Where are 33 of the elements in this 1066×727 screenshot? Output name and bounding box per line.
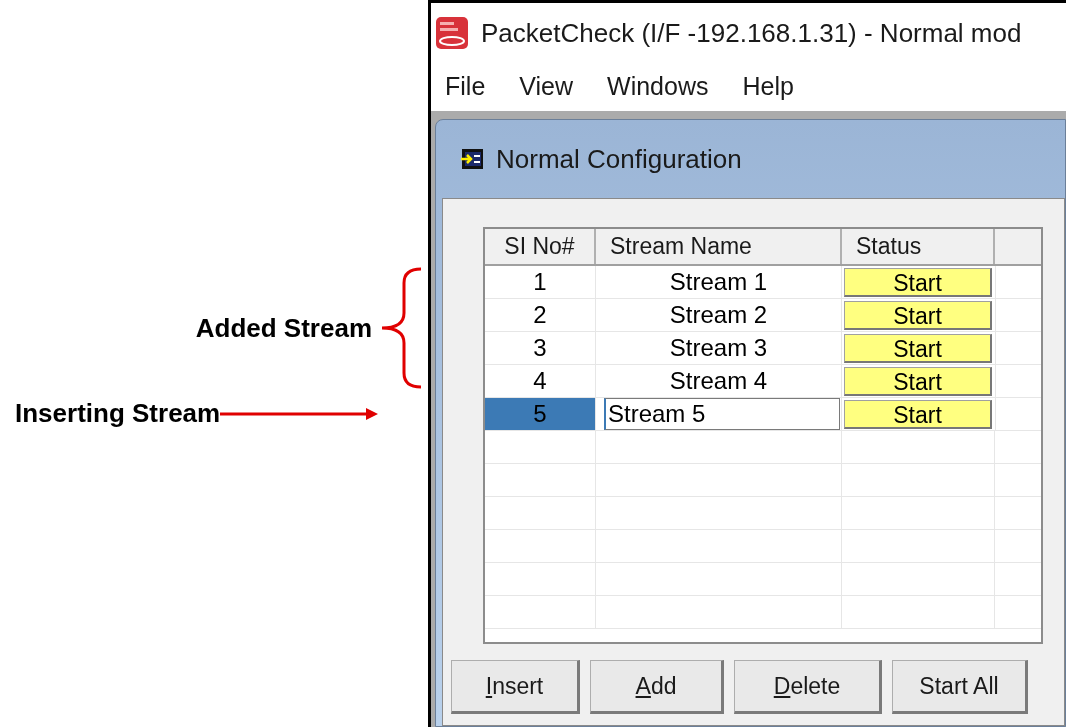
action-button[interactable]: Add [590,660,724,714]
start-button[interactable]: Start [844,300,992,330]
window-icon [460,148,484,170]
table-cell: 1 [485,266,596,298]
table-cell: Stream 4 [596,365,842,397]
start-button[interactable]: Start [844,333,992,363]
start-button[interactable]: Start [844,267,992,297]
window-title: Normal Configuration [496,142,742,176]
annotation-label: Added Stream [195,311,372,345]
table-cell: 2 [485,299,596,331]
table-cell: Stream 3 [596,332,842,364]
action-button[interactable]: Insert [451,660,580,714]
column-header[interactable]: Status [842,229,995,264]
table-cell: Stream 1 [596,266,842,298]
start-button[interactable]: Start [844,399,992,429]
menu-item[interactable]: View [519,68,574,106]
action-button[interactable]: Delete [734,660,882,714]
action-button[interactable]: Start All [892,660,1028,714]
table-cell: 5 [485,398,596,430]
app-logo-icon [435,16,469,50]
column-header[interactable]: Stream Name [596,229,842,264]
annotation-label: Inserting Stream [15,397,221,430]
table-cell: Stream 2 [596,299,842,331]
menu-item[interactable]: Windows [607,68,709,106]
start-button[interactable]: Start [844,366,992,396]
window-title: PacketCheck (I/F -192.168.1.31) - Normal mod [481,16,1022,50]
table-cell: 4 [485,365,596,397]
table-cell: 3 [485,332,596,364]
input-field[interactable]: Stream 5 [604,398,840,430]
menu-item[interactable]: Help [742,68,794,106]
arrow-icon [220,406,379,421]
menu-item[interactable]: File [445,68,486,106]
column-header[interactable]: SI No# [485,229,596,264]
